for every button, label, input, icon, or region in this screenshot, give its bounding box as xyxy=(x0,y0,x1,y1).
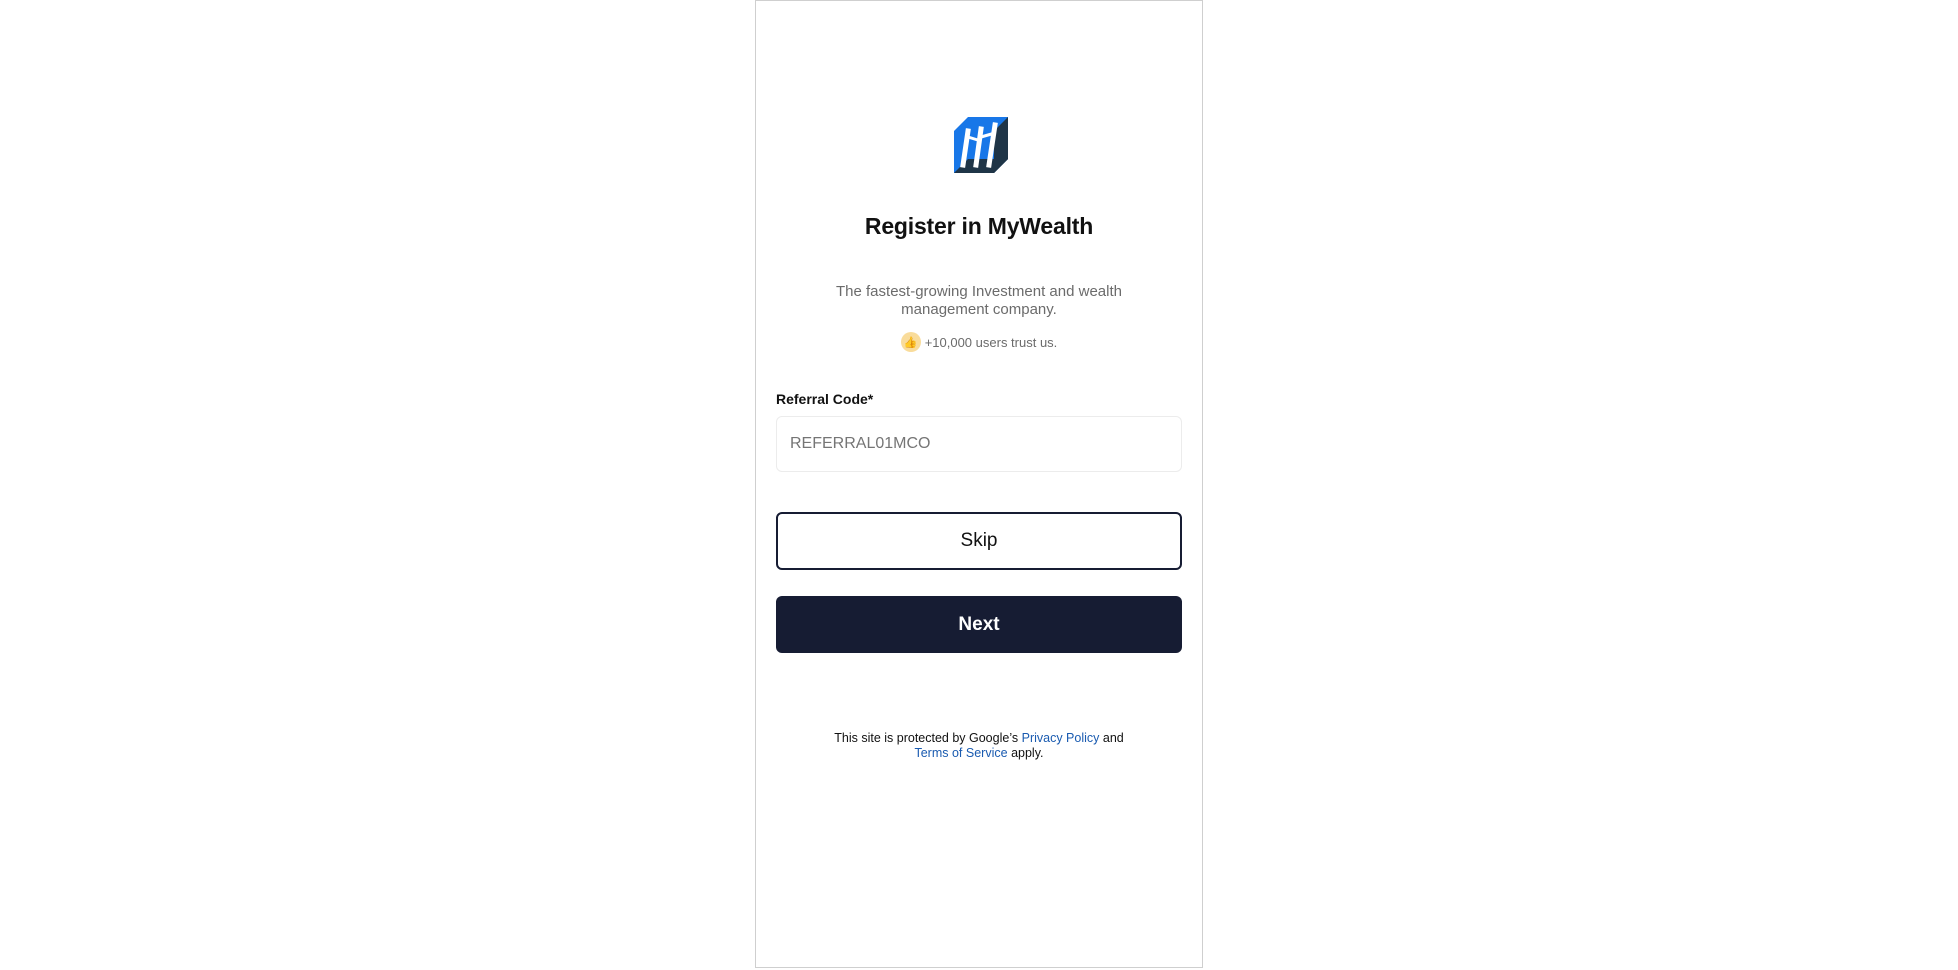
page: Register in MyWealth The fastest-growing… xyxy=(0,0,1958,970)
skip-button[interactable]: Skip xyxy=(776,512,1182,570)
footer-suffix-text: apply. xyxy=(1011,746,1044,760)
subtitle-text: The fastest-growing Investment and wealt… xyxy=(836,283,1122,318)
page-title: Register in MyWealth xyxy=(864,213,1094,239)
next-button[interactable]: Next xyxy=(776,596,1182,653)
referral-code-label: Referral Code* xyxy=(776,391,874,407)
recaptcha-notice: This site is protected by Google’s Priva… xyxy=(796,731,1162,761)
register-screen: Register in MyWealth The fastest-growing… xyxy=(755,0,1203,968)
referral-code-input[interactable] xyxy=(777,417,1181,471)
trust-text: +10,000 users trust us. xyxy=(924,334,1058,350)
thumbs-up-icon: 👍 xyxy=(900,332,921,352)
footer-prefix-text: This site is protected by Google’s xyxy=(834,731,1019,745)
trust-line: 👍 +10,000 users trust us. xyxy=(756,332,1202,352)
footer-and-text: and xyxy=(1102,731,1124,745)
referral-code-field-wrapper xyxy=(776,416,1182,472)
privacy-policy-link[interactable]: Privacy Policy xyxy=(1022,731,1100,745)
terms-of-service-link[interactable]: Terms of Service xyxy=(914,746,1007,760)
mywealth-logo-icon xyxy=(954,117,1008,173)
